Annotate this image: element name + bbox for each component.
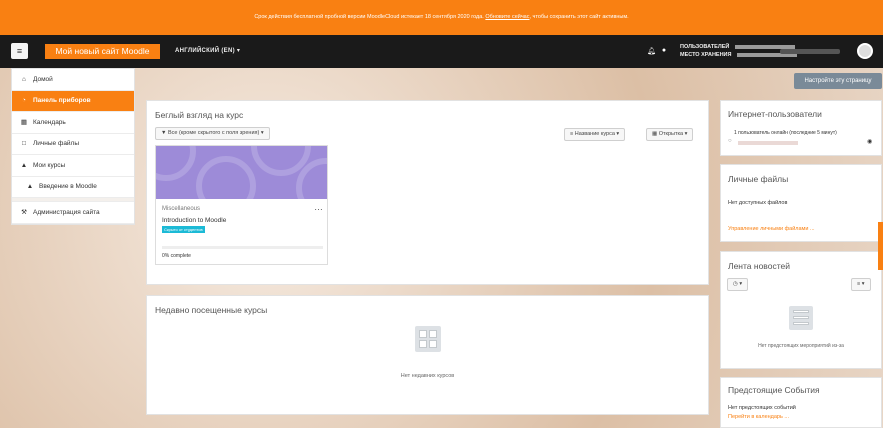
course-progress-bar: [162, 246, 323, 249]
upcoming-events-block: Предстоящие События Нет предстоящих собы…: [720, 377, 882, 428]
filter-dropdown[interactable]: ▼ Все (кроме скрытого с поля зрения) ▾: [155, 127, 270, 140]
sidebar-item-label: Администрация сайта: [33, 208, 100, 216]
empty-courses-icon: [415, 326, 441, 352]
sidebar-item-course[interactable]: ▲ Введение в Moodle: [12, 177, 134, 198]
online-user-name[interactable]: [738, 141, 798, 145]
private-files-block: Личные файлы Нет доступных файлов Управл…: [720, 164, 882, 242]
courses-icon: ▲: [20, 161, 28, 169]
storage-label: МЕСТО ХРАНЕНИЯ: [680, 52, 732, 58]
users-label: ПОЛЬЗОВАТЕЛЕЙ: [680, 44, 730, 50]
course-icon: ▲: [26, 183, 34, 191]
avatar[interactable]: [857, 43, 873, 59]
sidebar-item-admin[interactable]: ⚒ Администрация сайта: [12, 202, 134, 224]
sidebar-item-label: Домой: [33, 75, 53, 83]
timeline-title: Лента новостей: [728, 261, 790, 271]
timeline-block: Лента новостей ◷ ▾ ≡ ▾ Нет предстоящих м…: [720, 251, 882, 369]
sort-dropdown[interactable]: ≡ Название курса ▾: [564, 128, 626, 141]
sidebar-item-my-courses[interactable]: ▲ Мои курсы: [12, 155, 134, 177]
hidden-badge-wrap: Скрыто от студентов: [162, 226, 205, 233]
calendar-icon: ▦: [20, 119, 28, 127]
progress-text: 0% complete: [162, 253, 191, 259]
users-bar: [735, 44, 796, 49]
user-avatar-icon: ○: [728, 138, 732, 144]
sidebar-item-dashboard[interactable]: ◔ Панель приборов: [12, 90, 134, 112]
course-card[interactable]: Miscellaneous … Introduction to Moodle С…: [155, 145, 328, 265]
course-name[interactable]: Introduction to Moodle: [162, 217, 226, 224]
eye-icon[interactable]: ◉: [867, 138, 872, 145]
top-navbar: ≡ Мой новый сайт Moodle АНГЛИЙСКИЙ (EN) …: [0, 35, 883, 68]
pattern-circle: [196, 156, 256, 199]
hamburger-icon[interactable]: ≡: [11, 43, 28, 59]
view-label: Открытка ▾: [658, 131, 688, 137]
home-icon: ⌂: [22, 75, 26, 83]
go-to-calendar-link[interactable]: Перейти в календарь ...: [728, 414, 789, 420]
grid-icon: ▦: [652, 131, 659, 137]
manage-files-link[interactable]: Управление личными файлами ...: [728, 226, 815, 232]
recent-courses-title: Недавно посещенные курсы: [155, 305, 268, 315]
language-menu[interactable]: АНГЛИЙСКИЙ (EN) ▾: [175, 47, 240, 54]
course-image[interactable]: [156, 146, 327, 199]
side-drawer-handle[interactable]: [878, 222, 883, 270]
sidebar-item-label: Панель приборов: [33, 97, 91, 105]
bell-icon[interactable]: 🔔︎: [647, 47, 656, 55]
sidebar-item-files[interactable]: □ Личные файлы: [12, 134, 134, 155]
recent-courses-empty: Нет недавних курсов: [400, 373, 455, 379]
private-files-title: Личные файлы: [728, 174, 789, 184]
timeline-filter-dropdown[interactable]: ◷ ▾: [727, 278, 749, 291]
chat-icon[interactable]: ●: [662, 47, 666, 55]
site-name[interactable]: Мой новый сайт Moodle: [45, 44, 160, 59]
sidebar-item-label: Введение в Moodle: [39, 183, 97, 191]
course-menu-icon[interactable]: …: [314, 202, 323, 212]
course-category: Miscellaneous: [162, 206, 201, 212]
sidebar-item-home[interactable]: ⌂ Домой: [12, 69, 134, 91]
pattern-circle: [156, 146, 196, 181]
hidden-badge: Скрыто от студентов: [162, 226, 205, 233]
sidebar-item-label: Мои курсы: [33, 161, 66, 169]
sort-icon: ≡ ▾: [857, 281, 865, 287]
wrench-icon: ⚒: [21, 209, 27, 217]
nav-icons: 🔔︎ ●: [647, 47, 666, 55]
timeline-empty: Нет предстоящих мероприятий из-за: [758, 343, 844, 349]
sidebar-item-calendar[interactable]: ▦ Календарь: [12, 112, 134, 134]
private-files-empty: Нет доступных файлов: [728, 200, 788, 206]
timeline-sort-dropdown[interactable]: ≡ ▾: [851, 278, 871, 291]
upgrade-link[interactable]: Обновите сейчас: [485, 14, 529, 20]
dashboard-icon: ◔: [22, 97, 26, 105]
banner-text: Срок действия бесплатной пробной версии …: [254, 14, 484, 20]
upcoming-events-title: Предстоящие События: [728, 385, 820, 395]
sidebar-item-label: Календарь: [33, 118, 66, 126]
customize-page-button[interactable]: Настройте эту страницу: [794, 73, 882, 89]
recent-courses-block: Недавно посещенные курсы Нет недавних ку…: [146, 295, 709, 415]
course-overview-title: Беглый взгляд на курс: [155, 110, 244, 120]
banner-text-end: , чтобы сохранить этот сайт активным.: [529, 14, 629, 20]
sidebar-item-label: Личные файлы: [33, 140, 80, 148]
clock-icon: ◷ ▾: [733, 281, 743, 287]
online-users-block: Интернет-пользователи 1 пользователь онл…: [720, 100, 882, 156]
sort-label: Название курса ▾: [574, 131, 620, 137]
calendar-empty-icon: [789, 306, 813, 330]
online-users-title: Интернет-пользователи: [728, 109, 822, 119]
view-dropdown[interactable]: ▦ Открытка ▾: [646, 128, 694, 141]
trial-banner: Срок действия бесплатной пробной версии …: [0, 0, 883, 35]
online-users-text: 1 пользователь онлайн (последние 5 минут…: [734, 130, 837, 136]
file-icon: □: [22, 140, 26, 148]
sidebar: ⌂ Домой ◔ Панель приборов ▦ Календарь □ Личн…: [11, 68, 135, 225]
user-name[interactable]: [780, 49, 840, 54]
upcoming-events-empty: Нет предстоящих событий: [728, 405, 796, 411]
